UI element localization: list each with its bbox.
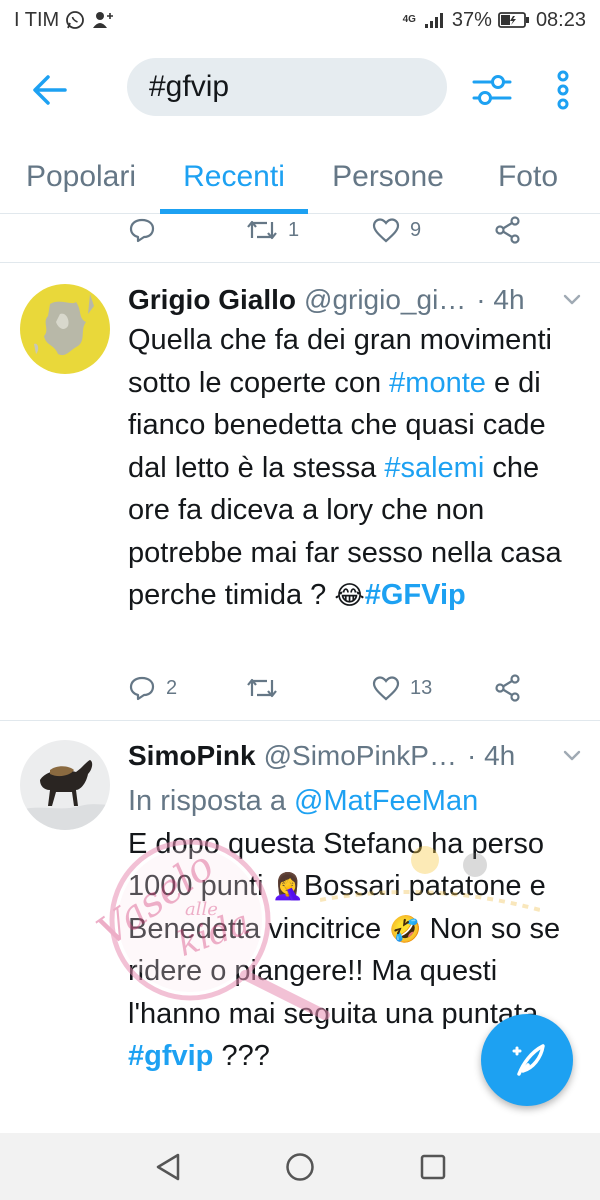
tab-persone[interactable]: Persone [318,140,458,214]
avatar[interactable] [20,740,110,830]
user-add-icon [91,10,115,30]
share-icon [495,216,520,244]
emoji-rolling-laughing: 🤣 [389,913,422,944]
reply-button[interactable]: 2 [128,675,177,701]
tab-popolari[interactable]: Popolari [14,140,148,214]
search-tabs: Popolari Recenti Persone Foto [0,140,600,214]
reply-count: 2 [166,676,178,699]
heart-icon [372,218,400,243]
search-filter-button[interactable] [470,68,514,112]
tweet-header: Grigio Giallo @grigio_gi… · 4h [128,284,525,316]
search-input[interactable]: #gfvip [127,58,447,116]
battery-percent: 37% [451,8,492,31]
nav-home-button[interactable] [282,1149,318,1185]
like-button[interactable]: 9 [372,217,421,243]
like-count: 13 [410,676,433,699]
sliders-icon [472,75,512,105]
search-query-text: #gfvip [149,70,230,103]
compose-tweet-button[interactable] [481,1014,573,1106]
timestamp: · 4h [466,740,516,771]
tweet-divider [0,720,600,721]
chevron-down-icon[interactable] [560,288,584,312]
username[interactable]: @SimoPinkP… [264,740,457,772]
retweet-icon [247,678,277,698]
compose-tweet-icon [512,1044,545,1076]
tweet-divider [0,262,600,263]
nav-recents-button[interactable] [415,1149,451,1185]
display-name[interactable]: SimoPink [128,740,256,772]
status-bar: I TIM 4G 37% 08:23 [0,0,600,40]
mention-link[interactable]: @MatFeeMan [294,785,478,817]
tweet-text-segment: ??? [213,1040,270,1072]
tab-recenti[interactable]: Recenti [160,140,308,214]
emoji-facepalm: 🤦‍♀️ [271,871,304,901]
emoji-laughing: 😂 [334,580,365,610]
retweet-button[interactable] [246,676,278,700]
prev-tweet-actions: 1 9 [128,210,528,250]
signal-icon [424,11,446,29]
search-header: #gfvip [0,40,600,140]
display-name[interactable]: Grigio Giallo [128,284,296,316]
nav-back-button[interactable] [150,1149,186,1185]
retweet-count: 1 [288,218,300,241]
tab-foto[interactable]: Foto [480,140,576,214]
circle-home-icon [286,1153,314,1181]
hashtag-link[interactable]: #salemi [384,452,484,484]
tweet-text: Quella che fa dei gran movimenti sotto l… [128,319,588,617]
retweet-icon [247,220,277,240]
username[interactable]: @grigio_gi… [304,284,466,316]
back-button[interactable] [30,70,70,110]
more-vertical-icon [557,70,569,110]
hashtag-link[interactable]: #monte [389,367,486,399]
heart-icon [372,676,400,701]
status-left: I TIM [14,9,115,32]
share-button[interactable] [494,216,522,244]
like-count: 9 [410,218,422,241]
chevron-down-icon[interactable] [560,744,584,768]
retweet-button[interactable]: 1 [246,218,299,242]
hashtag-link[interactable]: #gfvip [128,1040,213,1072]
reply-to-label: In risposta a [128,785,295,817]
whatsapp-icon [65,10,85,30]
avatar[interactable] [20,284,110,374]
share-button[interactable] [494,674,522,702]
clock: 08:23 [535,8,586,31]
reply-icon [129,218,155,243]
status-right: 4G 37% 08:23 [403,9,586,32]
hashtag-link[interactable]: #GFVip [365,579,466,611]
system-nav-bar [0,1133,600,1200]
tweet-header: SimoPink @SimoPinkP… · 4h [128,740,515,772]
triangle-back-icon [156,1153,180,1181]
like-button[interactable]: 13 [372,675,432,701]
arrow-left-icon [33,75,67,105]
reply-button[interactable] [128,217,156,243]
battery-icon [498,11,530,29]
tweet-actions: 2 13 [128,668,528,708]
network-type-label: 4G [402,14,416,25]
more-options-button[interactable] [548,68,578,112]
timestamp: · 4h [476,284,525,315]
square-recents-icon [420,1154,446,1180]
carrier-label: I TIM [14,8,60,31]
share-icon [495,674,520,702]
reply-icon [129,676,155,701]
